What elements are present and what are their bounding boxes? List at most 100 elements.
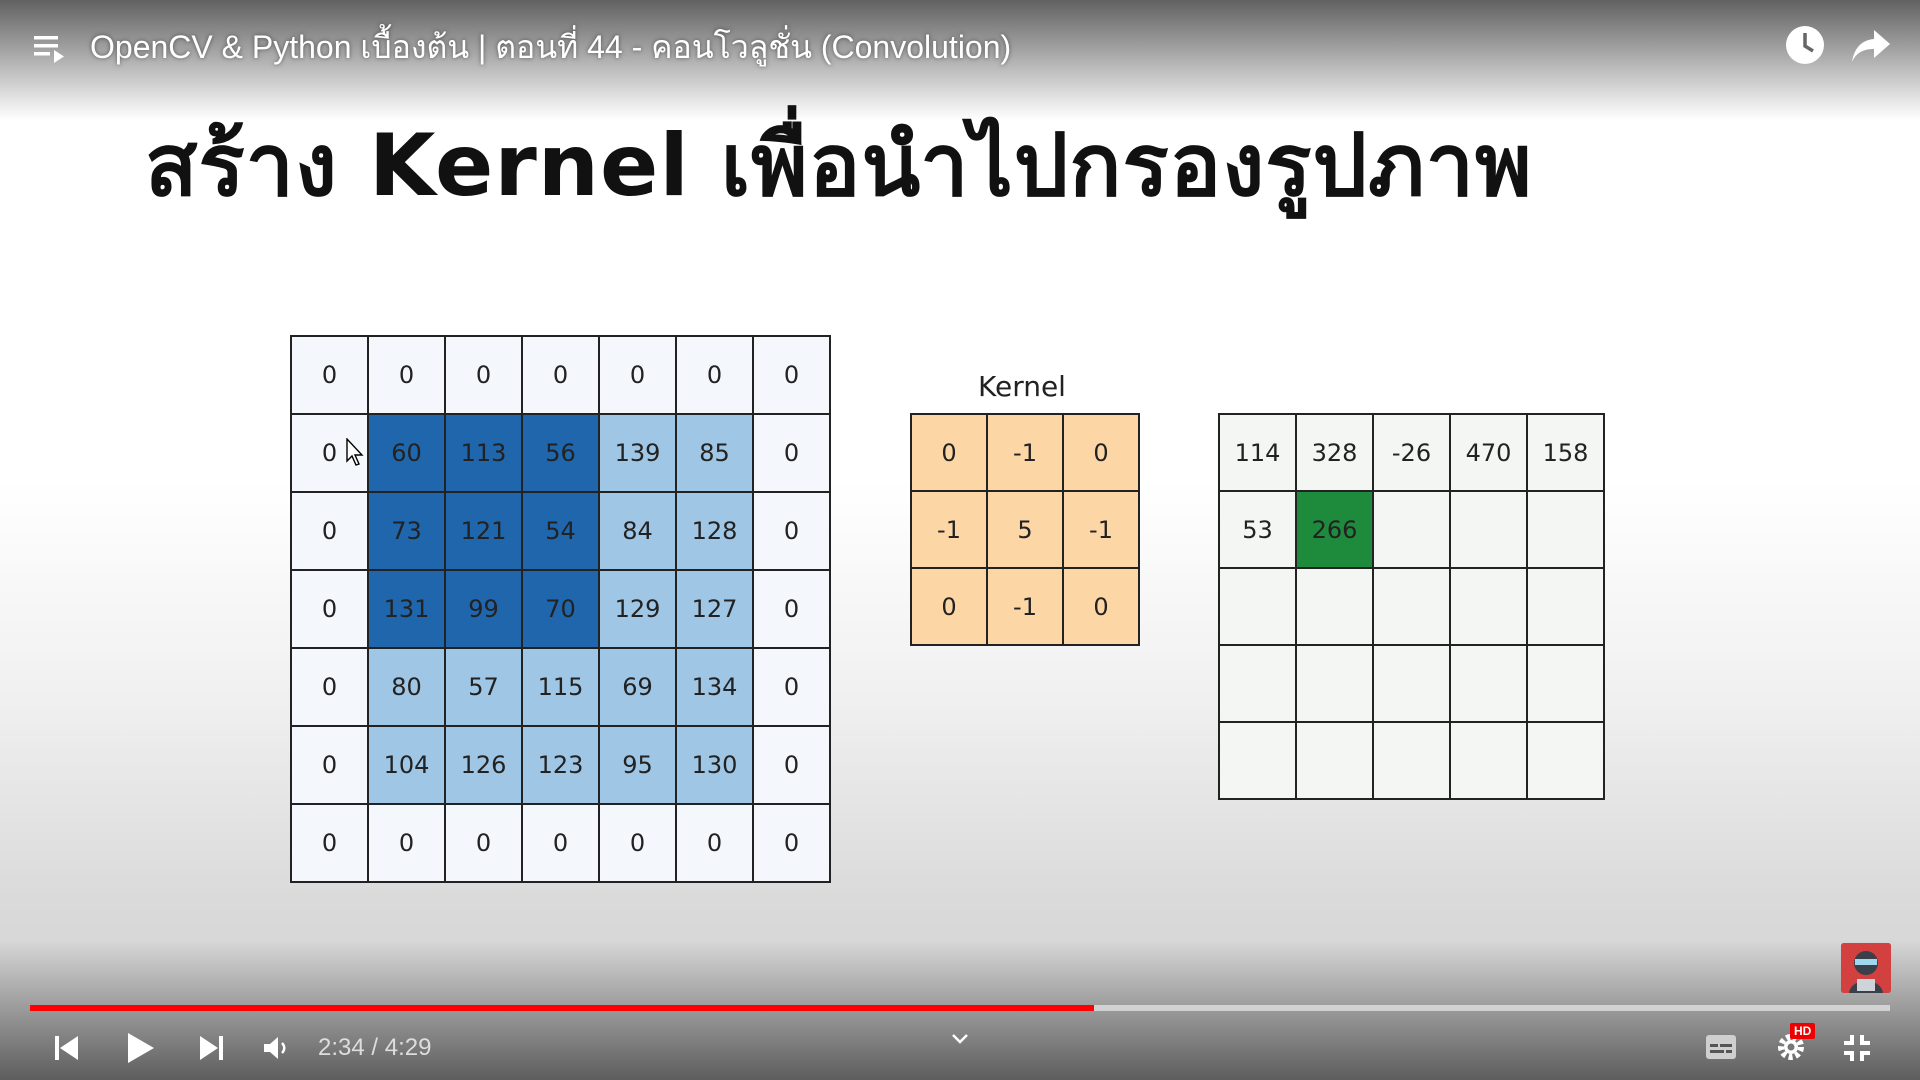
output-matrix-cell bbox=[1218, 721, 1297, 800]
input-matrix-cell: 0 bbox=[675, 335, 754, 415]
output-matrix-cell bbox=[1372, 567, 1451, 646]
output-matrix: 114 328 -26 470 158 53 266 bbox=[1218, 413, 1605, 800]
kernel-matrix-row: -1 5 -1 bbox=[910, 490, 1140, 569]
chevron-down-icon[interactable] bbox=[950, 1032, 970, 1046]
captions-icon[interactable] bbox=[1705, 1034, 1737, 1060]
output-matrix-cell: 53 bbox=[1218, 490, 1297, 569]
input-matrix-cell: 95 bbox=[598, 725, 677, 805]
input-matrix-cell: 0 bbox=[290, 335, 369, 415]
input-matrix-cell: 69 bbox=[598, 647, 677, 727]
input-matrix-cell: 80 bbox=[367, 647, 446, 727]
input-matrix-cell: 84 bbox=[598, 491, 677, 571]
hd-badge: HD bbox=[1790, 1023, 1816, 1039]
output-matrix-cell bbox=[1449, 644, 1528, 723]
input-matrix-cell: 115 bbox=[521, 647, 600, 727]
player-top-bar: OpenCV & Python เบื้องต้น | ตอนที่ 44 - … bbox=[0, 0, 1920, 90]
input-matrix-cell: 0 bbox=[675, 803, 754, 883]
output-matrix-cell bbox=[1526, 644, 1605, 723]
exit-fullscreen-icon[interactable] bbox=[1842, 1033, 1872, 1063]
channel-watermark-avatar[interactable] bbox=[1841, 943, 1891, 993]
input-matrix-cell: 0 bbox=[367, 335, 446, 415]
input-matrix-cell: 0 bbox=[752, 491, 831, 571]
output-matrix-cell: 470 bbox=[1449, 413, 1528, 492]
kernel-matrix-cell: -1 bbox=[986, 413, 1064, 492]
output-matrix-cell bbox=[1295, 721, 1374, 800]
output-matrix-row bbox=[1218, 644, 1605, 723]
output-matrix-row bbox=[1218, 721, 1605, 800]
input-matrix-cell: 130 bbox=[675, 725, 754, 805]
output-matrix-cell bbox=[1526, 721, 1605, 800]
kernel-matrix-cell: 0 bbox=[910, 567, 988, 646]
kernel-matrix-cell: -1 bbox=[1062, 490, 1140, 569]
output-matrix-cell: -26 bbox=[1372, 413, 1451, 492]
input-matrix-cell: 0 bbox=[752, 803, 831, 883]
output-matrix-row: 114 328 -26 470 158 bbox=[1218, 413, 1605, 492]
clock-icon[interactable] bbox=[1784, 24, 1826, 66]
video-title[interactable]: OpenCV & Python เบื้องต้น | ตอนที่ 44 - … bbox=[90, 22, 1011, 73]
input-matrix-cell: 123 bbox=[521, 725, 600, 805]
output-matrix-cell bbox=[1526, 490, 1605, 569]
input-matrix-cell: 85 bbox=[675, 413, 754, 493]
input-matrix-row: 0 80 57 115 69 134 0 bbox=[290, 647, 831, 727]
output-matrix-cell: 114 bbox=[1218, 413, 1297, 492]
play-icon[interactable] bbox=[126, 1031, 156, 1065]
input-matrix-cell: 0 bbox=[752, 335, 831, 415]
input-matrix-cell: 73 bbox=[367, 491, 446, 571]
input-matrix-row: 0 104 126 123 95 130 0 bbox=[290, 725, 831, 805]
slide-heading: สร้าง Kernel เพื่อนำไปกรองรูปภาพ bbox=[145, 116, 1533, 216]
input-matrix-cell: 0 bbox=[521, 803, 600, 883]
input-matrix-cell: 126 bbox=[444, 725, 523, 805]
kernel-matrix-cell: 0 bbox=[910, 413, 988, 492]
input-matrix-cell: 70 bbox=[521, 569, 600, 649]
kernel-matrix-row: 0 -1 0 bbox=[910, 413, 1140, 492]
input-matrix-cell: 56 bbox=[521, 413, 600, 493]
output-matrix-cell: 266 bbox=[1295, 490, 1374, 569]
output-matrix-cell bbox=[1372, 490, 1451, 569]
input-matrix-cell: 99 bbox=[444, 569, 523, 649]
output-matrix-cell bbox=[1372, 644, 1451, 723]
input-matrix-cell: 104 bbox=[367, 725, 446, 805]
kernel-matrix: 0 -1 0 -1 5 -1 0 -1 0 bbox=[910, 413, 1140, 646]
output-matrix-cell bbox=[1449, 490, 1528, 569]
volume-icon[interactable] bbox=[262, 1035, 290, 1061]
input-matrix-cell: 0 bbox=[290, 491, 369, 571]
time-display: 2:34 / 4:29 bbox=[318, 1034, 432, 1061]
output-matrix-cell bbox=[1526, 567, 1605, 646]
input-matrix-cell: 0 bbox=[290, 647, 369, 727]
kernel-label: Kernel bbox=[978, 370, 1066, 403]
output-matrix-cell bbox=[1449, 567, 1528, 646]
player-controls: 2:34 / 4:29 HD bbox=[0, 1020, 1920, 1080]
progress-bar-played bbox=[30, 1005, 1094, 1011]
progress-bar[interactable] bbox=[30, 1005, 1890, 1011]
input-matrix-row: 0 60 113 56 139 85 0 bbox=[290, 413, 831, 493]
input-image-matrix: 0 0 0 0 0 0 0 0 60 113 56 139 85 0 0 73 121 54 84 128 0 0 131 9… bbox=[290, 335, 831, 883]
input-matrix-cell: 0 bbox=[752, 569, 831, 649]
input-matrix-cell: 0 bbox=[290, 803, 369, 883]
kernel-matrix-cell: 5 bbox=[986, 490, 1064, 569]
skip-next-icon[interactable] bbox=[198, 1034, 224, 1062]
input-matrix-cell: 0 bbox=[752, 647, 831, 727]
output-matrix-cell bbox=[1449, 721, 1528, 800]
input-matrix-cell: 139 bbox=[598, 413, 677, 493]
input-matrix-row: 0 131 99 70 129 127 0 bbox=[290, 569, 831, 649]
input-matrix-cell: 121 bbox=[444, 491, 523, 571]
output-matrix-cell: 328 bbox=[1295, 413, 1374, 492]
skip-previous-icon[interactable] bbox=[54, 1034, 80, 1062]
input-matrix-cell: 131 bbox=[367, 569, 446, 649]
input-matrix-cell: 128 bbox=[675, 491, 754, 571]
input-matrix-cell: 113 bbox=[444, 413, 523, 493]
input-matrix-cell: 129 bbox=[598, 569, 677, 649]
input-matrix-row: 0 73 121 54 84 128 0 bbox=[290, 491, 831, 571]
share-icon[interactable] bbox=[1850, 26, 1892, 66]
input-matrix-cell: 0 bbox=[598, 335, 677, 415]
input-matrix-cell: 60 bbox=[367, 413, 446, 493]
input-matrix-cell: 0 bbox=[598, 803, 677, 883]
input-matrix-row: 0000000 bbox=[290, 803, 831, 883]
playlist-icon[interactable] bbox=[34, 30, 68, 64]
kernel-matrix-row: 0 -1 0 bbox=[910, 567, 1140, 646]
input-matrix-cell: 0 bbox=[444, 803, 523, 883]
output-matrix-cell bbox=[1295, 644, 1374, 723]
kernel-matrix-cell: -1 bbox=[910, 490, 988, 569]
output-matrix-row: 53 266 bbox=[1218, 490, 1605, 569]
output-matrix-cell bbox=[1372, 721, 1451, 800]
